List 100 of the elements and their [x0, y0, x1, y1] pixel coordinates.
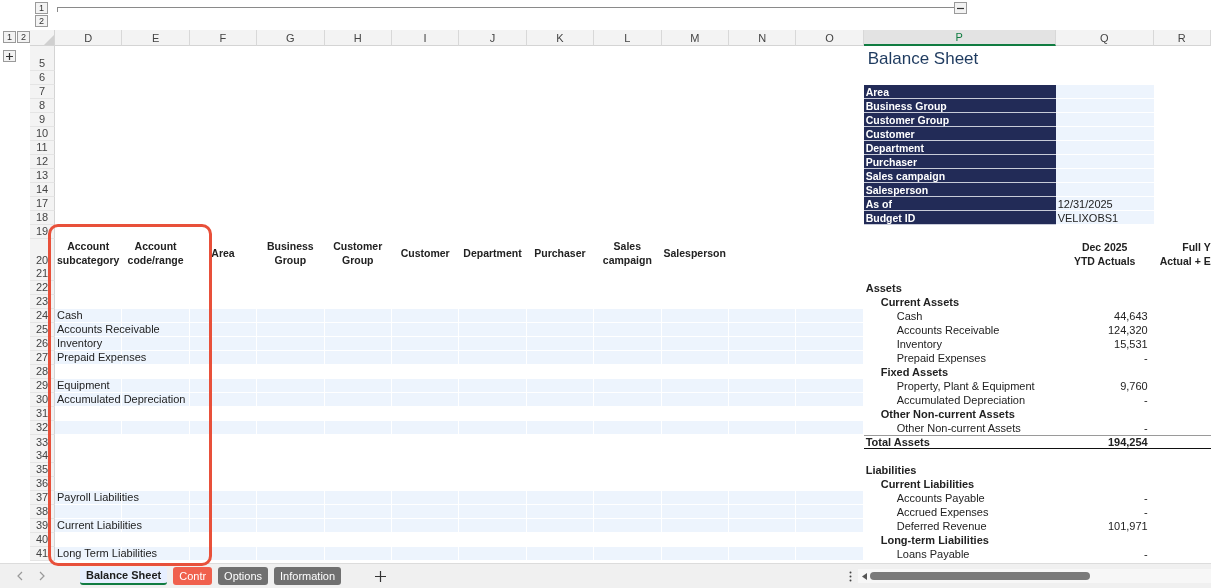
filter-label-cell: Budget ID [863, 211, 1056, 225]
row-number[interactable]: 13 [30, 169, 55, 183]
more-options-button[interactable] [849, 570, 853, 582]
scrollbar-thumb[interactable] [870, 572, 1091, 580]
filter-value-cell[interactable] [1055, 141, 1154, 155]
column-header[interactable]: N [728, 30, 797, 46]
filter-value-cell[interactable]: 12/31/2025 [1055, 197, 1154, 211]
column-header[interactable]: G [257, 30, 325, 46]
section-label: Fixed Assets [879, 366, 949, 378]
line-item-label: Accumulated Depreciation [895, 394, 1026, 406]
line-item-label: Accrued Expenses [895, 506, 989, 518]
row-number[interactable]: 12 [30, 155, 55, 169]
column-header[interactable]: K [526, 30, 595, 46]
line-item-label: Loans Payable [895, 548, 970, 560]
amount: - [1144, 548, 1149, 560]
row-number[interactable]: 6 [30, 71, 55, 85]
account-name: Payroll Liabilities [56, 491, 139, 504]
column-header[interactable]: H [324, 30, 392, 46]
row-number[interactable]: 5 [30, 46, 55, 71]
row-number[interactable]: 14 [30, 183, 55, 197]
filter-label-cell: Customer [863, 127, 1056, 141]
column-heading: Salesperson [662, 246, 727, 260]
filter-value-cell[interactable] [1055, 127, 1154, 141]
column-header[interactable]: M [661, 30, 729, 46]
filter-label-cell: Area [863, 85, 1056, 99]
account-name: Accounts Receivable [56, 323, 160, 336]
account-name: Inventory [56, 337, 103, 350]
filter-value-cell[interactable]: VELIXOBS1 [1055, 211, 1154, 225]
row-number[interactable]: 17 [30, 197, 55, 211]
column-header[interactable]: P [863, 30, 1056, 46]
row-number[interactable]: 18 [30, 211, 55, 225]
chevron-left-icon [16, 571, 23, 581]
column-header[interactable]: R [1153, 30, 1211, 46]
row-number[interactable]: 19 [30, 225, 55, 239]
column-header[interactable]: D [55, 30, 123, 46]
vertical-dots-icon [849, 570, 853, 582]
filter-value-cell[interactable] [1055, 169, 1154, 183]
column-heading: Department [462, 246, 523, 260]
account-name: Accumulated Depreciation [56, 393, 186, 406]
previous-sheet-button[interactable] [16, 571, 23, 581]
column-header[interactable]: L [594, 30, 662, 46]
row-number[interactable]: 7 [30, 85, 55, 99]
period-heading: Dec 2025 YTD Actuals [1072, 239, 1137, 268]
column-heading: Account code/range [126, 239, 185, 267]
sheet-title: Balance Sheet [866, 48, 979, 69]
line-item-label: Other Non-current Assets [895, 422, 1021, 434]
amount: - [1144, 422, 1149, 434]
line-item-label: Deferred Revenue [895, 520, 987, 532]
row-number[interactable]: 9 [30, 113, 55, 127]
filter-value-cell[interactable] [1055, 113, 1154, 127]
amount: 101,971 [1107, 520, 1149, 532]
collapse-group-button[interactable] [954, 2, 967, 14]
account-name: Long Term Liabilities [56, 547, 158, 560]
sheet-tab[interactable]: Options [218, 567, 269, 585]
column-header[interactable]: Q [1055, 30, 1154, 46]
sheet-tab[interactable]: Information [274, 567, 342, 585]
sheet-tab[interactable]: Balance Sheet [80, 567, 168, 585]
amount: 44,643 [1114, 310, 1149, 322]
column-heading: Sales campaign [601, 239, 653, 267]
filter-label-cell: As of [863, 197, 1056, 211]
outline-level-button[interactable]: 1 [3, 31, 16, 43]
filter-value-cell[interactable] [1055, 183, 1154, 197]
column-heading: Customer [399, 246, 451, 260]
plus-icon [5, 51, 14, 61]
column-header[interactable]: I [391, 30, 460, 46]
add-sheet-button[interactable] [375, 570, 387, 582]
corner-triangle-icon [44, 35, 54, 45]
amount: - [1144, 352, 1149, 364]
amount: 124,320 [1107, 324, 1149, 336]
section-label: Other Non-current Assets [879, 408, 1015, 420]
filter-value-cell[interactable] [1055, 155, 1154, 169]
line-item-label: Accounts Receivable [895, 324, 1000, 336]
column-header[interactable]: F [189, 30, 258, 46]
filter-label-cell: Sales campaign [863, 169, 1056, 183]
select-all-corner[interactable] [30, 30, 55, 46]
scroll-left-icon [862, 572, 868, 580]
column-header[interactable]: E [122, 30, 190, 46]
filter-value-cell[interactable] [1055, 85, 1154, 99]
period-heading: Full Y Actual + E [1158, 239, 1211, 268]
amount: - [1144, 394, 1149, 406]
outline-level-button[interactable]: 2 [17, 31, 30, 43]
line-item-label: Prepaid Expenses [895, 352, 986, 364]
column-header[interactable]: O [796, 30, 864, 46]
amount: 9,760 [1120, 380, 1149, 392]
horizontal-scrollbar[interactable] [858, 569, 1211, 583]
amount: - [1144, 492, 1149, 504]
account-name: Current Liabilities [56, 519, 142, 532]
column-header[interactable]: J [459, 30, 527, 46]
row-number[interactable]: 10 [30, 127, 55, 141]
filter-label-cell: Business Group [863, 99, 1056, 113]
line-item-label: Inventory [895, 338, 942, 350]
outline-level-button[interactable]: 1 [35, 2, 48, 14]
row-number[interactable]: 8 [30, 99, 55, 113]
row-number[interactable]: 11 [30, 141, 55, 155]
filter-value-cell[interactable] [1055, 99, 1154, 113]
next-sheet-button[interactable] [39, 571, 46, 581]
filter-label-cell: Customer Group [863, 113, 1056, 127]
expand-group-button[interactable] [3, 50, 16, 62]
amount: - [1144, 506, 1149, 518]
outline-level-button[interactable]: 2 [35, 15, 48, 27]
